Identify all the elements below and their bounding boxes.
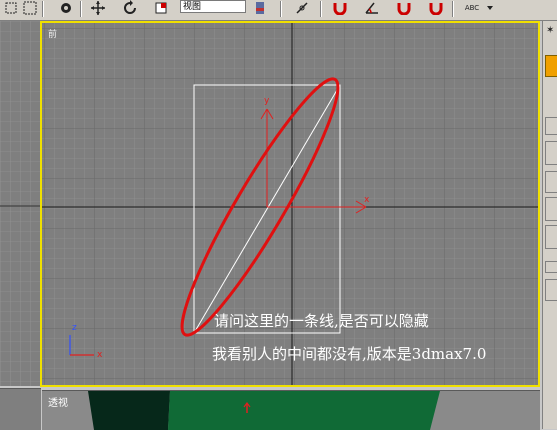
spinner-snap-icon[interactable] [428,0,444,15]
panel-button-6[interactable] [545,279,557,301]
select-object-icon[interactable] [22,0,38,15]
rotate-icon[interactable] [122,0,138,15]
abc-label: ABC [464,3,480,12]
perspective-viewport-label[interactable]: 透视 [48,394,68,409]
left-viewport-grid [0,21,41,386]
toolbar-dropdown-arrow-icon[interactable] [482,0,498,15]
tripod-z-label: z [72,323,77,333]
link-icon[interactable] [294,0,310,15]
annotation-question-line2: 我看别人的中间都没有,版本是3dmax7.0 [212,345,487,363]
pivot-icon[interactable] [58,0,74,15]
reference-coordinate-dropdown[interactable]: 视图 [180,0,246,13]
perspective-viewport[interactable]: 透视 [42,390,540,430]
front-viewport[interactable]: 前 y x z x 请问这里的一条线,是否可以隐藏 我看别人的中间都没有,版本是… [40,21,540,387]
green-plane [168,391,440,430]
panel-button-5[interactable] [545,225,557,249]
gizmo-x-label: x [364,195,370,205]
panel-button-2[interactable] [545,141,557,165]
viewport-label[interactable]: 前 [48,27,57,40]
use-pivot-center-icon[interactable] [252,0,268,15]
create-tab-icon[interactable]: ✶ [546,25,554,36]
panel-button-4[interactable] [545,197,557,221]
tripod-x-label: x [97,350,103,360]
panel-checkbox[interactable] [545,261,557,273]
panel-button-1[interactable] [545,117,557,135]
left-viewport[interactable] [0,21,41,386]
select-region-icon[interactable] [3,0,19,15]
command-panel: ✶ [542,21,557,429]
annotation-question-line1: 请问这里的一条线,是否可以隐藏 [214,312,429,330]
gizmo-y-label: y [264,96,270,106]
spell-abc-icon[interactable]: ABC [462,0,482,15]
geometry-button-icon[interactable] [545,55,557,77]
perspective-scene [88,391,440,430]
main-toolbar: 视图 ABC [0,0,557,21]
dark-plane-left [88,391,170,430]
move-icon[interactable] [90,0,106,15]
percent-snap-icon[interactable] [396,0,412,15]
bottom-left-viewport[interactable] [0,388,41,430]
snap-magnet-icon[interactable] [332,0,348,15]
panel-button-3[interactable] [545,171,557,193]
angle-snap-icon[interactable] [364,0,380,15]
scale-icon[interactable] [153,0,169,15]
